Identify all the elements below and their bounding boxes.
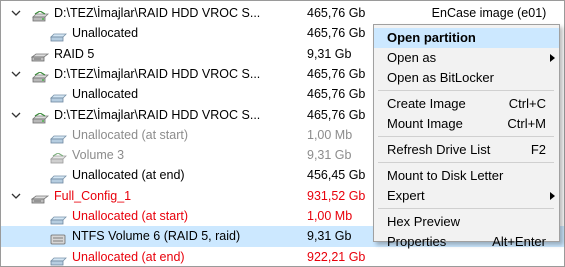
drive-image-icon	[31, 110, 49, 123]
menu-item-label: Open as BitLocker	[387, 70, 494, 85]
tree-row-name: Unallocated (at end)	[72, 249, 185, 264]
tree-row-size: 9,31 Gb	[307, 148, 352, 163]
menu-item-shortcut: Ctrl+M	[507, 116, 546, 131]
menu-item-mount-to-disk-letter[interactable]: Mount to Disk Letter	[374, 166, 559, 186]
tree-row-size: 465,76 Gb	[307, 6, 366, 20]
menu-item-label: Mount to Disk Letter	[387, 168, 504, 183]
menu-item-label: Hex Preview	[387, 214, 460, 229]
tree-row-size: 1,00 Mb	[307, 127, 353, 142]
menu-item-shortcut: Ctrl+C	[508, 96, 546, 111]
tree-row-name: Unallocated (at end)	[72, 168, 185, 183]
tree-row-name: RAID 5	[54, 46, 95, 61]
unallocated-icon	[49, 89, 67, 103]
menu-item-expert[interactable]: Expert	[374, 186, 559, 206]
tree-row-size: 9,31 Gb	[307, 229, 352, 244]
tree-row-size: 465,76 Gb	[307, 87, 366, 102]
menu-item-label: Expert	[387, 188, 425, 203]
menu-item-properties[interactable]: Properties Alt+Enter	[374, 232, 559, 252]
menu-item-hex-preview[interactable]: Hex Preview	[374, 212, 559, 232]
unallocated-icon	[49, 211, 67, 225]
tree-row-size: 465,76 Gb	[307, 26, 366, 41]
menu-item-open-as-bitlocker[interactable]: Open as BitLocker	[374, 68, 559, 88]
menu-item-refresh-drive-list[interactable]: Refresh Drive List F2	[374, 140, 559, 160]
menu-item-shortcut: F2	[530, 142, 546, 157]
submenu-arrow-icon	[550, 54, 555, 62]
menu-item-label: Mount Image	[387, 116, 463, 131]
chevron-down-icon[interactable]	[11, 64, 21, 85]
menu-item-create-image[interactable]: Create Image Ctrl+C	[374, 94, 559, 114]
menu-item-shortcut: Alt+Enter	[492, 234, 546, 249]
tree-row-name: NTFS Volume 6 (RAID 5, raid)	[72, 229, 241, 244]
tree-row-name: D:\TEZ\İmajlar\RAID HDD VROC S...	[54, 6, 261, 20]
tree-row-size: 465,76 Gb	[307, 107, 366, 122]
raid-icon	[30, 191, 50, 204]
ntfs-volume-icon	[49, 231, 67, 245]
drive-image-icon	[31, 8, 49, 22]
drive-image-icon	[31, 69, 49, 83]
tree-row-size: 922,21 Gb	[307, 249, 366, 264]
tree-row[interactable]: D:\TEZ\İmajlar\RAID HDD VROC S... 465,76 …	[1, 3, 564, 24]
menu-item-open-as[interactable]: Open as	[374, 48, 559, 68]
menu-item-label: Properties	[387, 234, 447, 249]
context-menu: Open partition Open as Open as BitLocker Cr…	[373, 24, 560, 249]
tree-row-name: Unallocated (at start)	[72, 209, 189, 223]
unallocated-icon	[49, 252, 67, 265]
menu-item-label: Create Image	[387, 96, 466, 111]
menu-item-label: Open partition	[387, 30, 476, 45]
tree-row-name: Unallocated	[72, 87, 139, 102]
raid-icon	[30, 49, 50, 61]
menu-item-label: Refresh Drive List	[387, 142, 491, 157]
unallocated-icon	[49, 170, 67, 184]
tree-row-size: 931,52 Gb	[307, 188, 366, 203]
tree-row-name: D:\TEZ\İmajlar\RAID HDD VROC S...	[54, 107, 261, 122]
tree-row-name: Full_Config_1	[54, 188, 132, 203]
menu-item-mount-image[interactable]: Mount Image Ctrl+M	[374, 114, 559, 134]
chevron-down-icon[interactable]	[11, 105, 21, 126]
tree-row-name: Unallocated (at start)	[72, 127, 189, 142]
menu-separator	[378, 162, 554, 163]
chevron-down-icon[interactable]	[11, 186, 21, 207]
tree-row-name: Unallocated	[72, 26, 139, 41]
tree-row-name: D:\TEZ\İmajlar\RAID HDD VROC S...	[54, 66, 261, 81]
tree-row-description: EnCase image (e01)	[431, 6, 547, 20]
menu-separator	[378, 208, 554, 209]
tree-row-size: 465,76 Gb	[307, 66, 366, 81]
menu-separator	[378, 136, 554, 137]
unallocated-icon	[49, 28, 67, 42]
unallocated-icon	[49, 130, 67, 144]
volume-icon	[49, 150, 67, 164]
tree-row-size: 9,31 Gb	[307, 46, 352, 61]
chevron-down-icon[interactable]	[11, 3, 21, 24]
submenu-arrow-icon	[550, 192, 555, 200]
tree-row-size: 1,00 Mb	[307, 209, 353, 223]
menu-separator	[378, 90, 554, 91]
menu-item-open-partition[interactable]: Open partition	[374, 28, 559, 48]
tree-row-name: Volume 3	[72, 148, 125, 163]
menu-item-label: Open as	[387, 50, 437, 65]
tree-row-size: 456,45 Gb	[307, 168, 366, 183]
